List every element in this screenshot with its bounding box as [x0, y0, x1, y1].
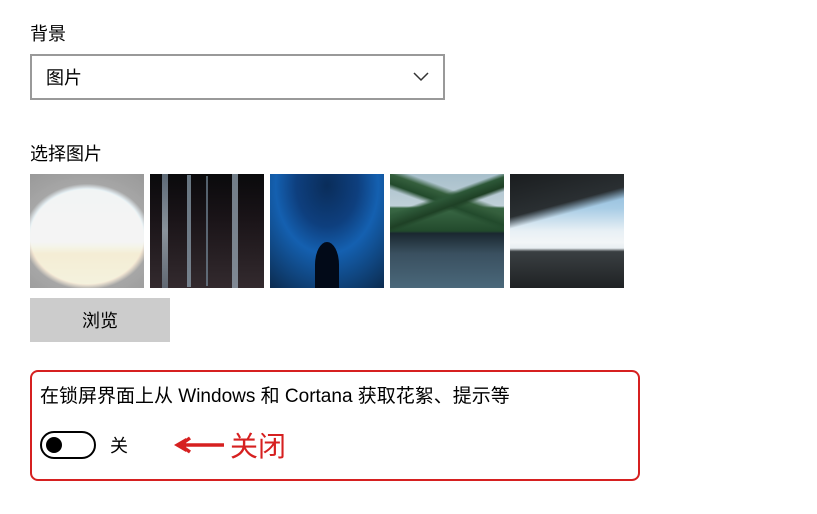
annotation-highlight-box: 在锁屏界面上从 Windows 和 Cortana 获取花絮、提示等 关 关闭 [30, 370, 640, 481]
thumbnail-cave-beach[interactable] [30, 174, 144, 288]
arrow-left-icon [172, 436, 224, 454]
lockscreen-tips-toggle[interactable] [40, 431, 96, 459]
background-section-label: 背景 [30, 20, 787, 46]
picture-thumbnails [30, 174, 787, 288]
background-dropdown-value: 图片 [46, 64, 82, 90]
lockscreen-tips-toggle-row: 关 关闭 [40, 425, 628, 465]
toggle-knob [46, 437, 62, 453]
thumbnail-mountain-lake[interactable] [390, 174, 504, 288]
background-dropdown[interactable]: 图片 [30, 54, 445, 100]
choose-picture-label: 选择图片 [30, 140, 787, 166]
thumbnail-ice-cave-blue[interactable] [270, 174, 384, 288]
thumbnail-hillside-clouds[interactable] [510, 174, 624, 288]
chevron-down-icon [413, 72, 429, 82]
annotation-callout: 关闭 [172, 425, 286, 465]
lockscreen-tips-description: 在锁屏界面上从 Windows 和 Cortana 获取花絮、提示等 [40, 384, 628, 411]
browse-button[interactable]: 浏览 [30, 298, 170, 342]
toggle-state-label: 关 [110, 432, 128, 458]
annotation-text: 关闭 [230, 425, 286, 465]
thumbnail-waterfall-rocks[interactable] [150, 174, 264, 288]
